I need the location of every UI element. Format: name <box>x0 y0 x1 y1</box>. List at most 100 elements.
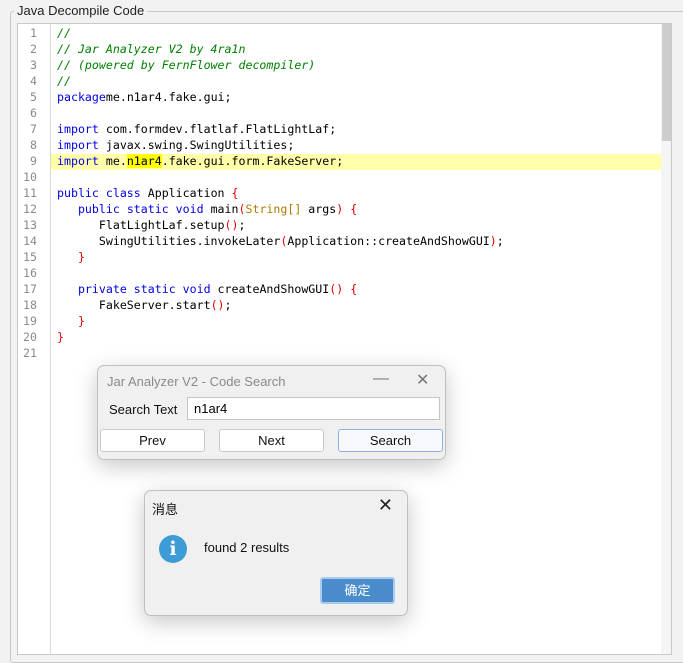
code-token: args <box>301 202 337 216</box>
code-token: createAndShowGUI <box>210 282 330 296</box>
code-token: () <box>210 298 225 312</box>
scrollbar-thumb[interactable] <box>662 24 671 141</box>
panel-title: Java Decompile Code <box>14 3 148 18</box>
code-token: public static void <box>77 202 204 216</box>
line-number: 5 <box>30 90 37 104</box>
line-number: 2 <box>30 42 37 56</box>
message-dialog: 消息 ✕ i found 2 results 确定 <box>144 490 408 616</box>
minimize-icon[interactable]: — <box>373 370 389 388</box>
prev-button[interactable]: Prev <box>100 429 205 452</box>
code-token: import <box>57 154 99 168</box>
line-number-gutter: 1 2 3 4 5 6 7 8 9 10 11 12 13 14 15 16 17 18 19 20 21 <box>18 24 51 654</box>
code-line: FlatLightLaf.setup(); <box>51 218 661 234</box>
code-token: FakeServer.start <box>57 298 211 312</box>
code-token: SwingUtilities.invokeLater <box>57 234 281 248</box>
code-token: ; <box>238 218 246 232</box>
code-line: } <box>51 330 661 346</box>
code-token: } <box>77 314 85 328</box>
line-number: 19 <box>23 314 37 328</box>
code-line: public static void main(String[] args) { <box>51 202 661 218</box>
code-token: } <box>57 330 64 344</box>
line-number: 16 <box>23 266 37 280</box>
dialog-title: Jar Analyzer V2 - Code Search <box>107 374 286 389</box>
code-token: javax.swing.SwingUtilities; <box>98 138 295 152</box>
code-token: () <box>329 282 344 296</box>
code-token: package <box>57 90 106 104</box>
code-line: // <box>51 26 661 42</box>
code-token: Application <box>140 186 232 200</box>
code-line: SwingUtilities.invokeLater(Application::… <box>51 234 661 250</box>
line-number: 8 <box>30 138 37 152</box>
info-icon: i <box>159 535 187 563</box>
code-token: { <box>350 282 358 296</box>
code-line: import me.n1ar4.fake.gui.form.FakeServer… <box>51 154 661 170</box>
code-token: ) <box>489 234 497 248</box>
search-input[interactable]: n1ar4 <box>187 397 440 420</box>
line-number: 9 <box>30 154 37 168</box>
dialog-title: 消息 <box>152 502 179 517</box>
code-token: ; <box>496 234 504 248</box>
code-line: } <box>51 314 661 330</box>
line-number: 17 <box>23 282 37 296</box>
code-token: // Jar Analyzer V2 by 4ra1n <box>57 42 246 56</box>
code-token: import <box>57 138 99 152</box>
search-match: n1ar4 <box>126 154 162 168</box>
message-text: found 2 results <box>204 540 290 555</box>
next-button[interactable]: Next <box>219 429 324 452</box>
line-number: 6 <box>30 106 37 120</box>
code-line: // Jar Analyzer V2 by 4ra1n <box>51 42 661 58</box>
code-token: { <box>350 202 358 216</box>
code-token: public class <box>57 186 141 200</box>
line-number: 18 <box>23 298 37 312</box>
code-token: com.formdev.flatlaf.FlatLightLaf; <box>98 122 337 136</box>
line-number: 1 <box>30 26 37 40</box>
code-line: } <box>51 250 661 266</box>
code-line: import javax.swing.SwingUtilities; <box>51 138 661 154</box>
code-token: FlatLightLaf.setup <box>57 218 225 232</box>
ok-button[interactable]: 确定 <box>320 577 395 604</box>
code-line: // <box>51 74 661 90</box>
line-number: 12 <box>23 202 37 216</box>
close-icon[interactable]: ✕ <box>416 370 429 390</box>
code-token: // <box>57 74 71 88</box>
code-line: public class Application { <box>51 186 661 202</box>
code-token: main <box>203 202 239 216</box>
code-token: // <box>57 26 71 40</box>
code-token: .fake.gui.form.FakeServer; <box>161 154 344 168</box>
line-number: 4 <box>30 74 37 88</box>
line-number: 7 <box>30 122 37 136</box>
vertical-scrollbar[interactable] <box>661 24 671 654</box>
code-token: ; <box>224 298 232 312</box>
line-number: 11 <box>23 186 37 200</box>
code-token: me. <box>98 154 127 168</box>
close-icon[interactable]: ✕ <box>378 495 393 516</box>
code-token: // (powered by FernFlower decompiler) <box>57 58 316 72</box>
code-area[interactable]: // // Jar Analyzer V2 by 4ra1n // (powered… <box>51 26 661 362</box>
line-number: 20 <box>23 330 37 344</box>
line-number: 21 <box>23 346 37 360</box>
search-button[interactable]: Search <box>338 429 443 452</box>
code-line: // (powered by FernFlower decompiler) <box>51 58 661 74</box>
line-number: 10 <box>23 170 37 184</box>
search-text-label: Search Text <box>109 402 178 417</box>
line-number: 14 <box>23 234 37 248</box>
code-token: } <box>77 250 85 264</box>
code-line: packageme.n1ar4.fake.gui; <box>51 90 661 106</box>
code-line: private static void createAndShowGUI() { <box>51 282 661 298</box>
code-token: String[] <box>245 202 302 216</box>
code-search-dialog: Jar Analyzer V2 - Code Search — ✕ Search… <box>97 365 446 460</box>
line-number: 15 <box>23 250 37 264</box>
line-number: 13 <box>23 218 37 232</box>
code-token: () <box>224 218 239 232</box>
code-token: me.n1ar4.fake.gui; <box>105 90 232 104</box>
code-token: import <box>57 122 99 136</box>
code-token: Application::createAndShowGUI <box>287 234 490 248</box>
code-line: FakeServer.start(); <box>51 298 661 314</box>
